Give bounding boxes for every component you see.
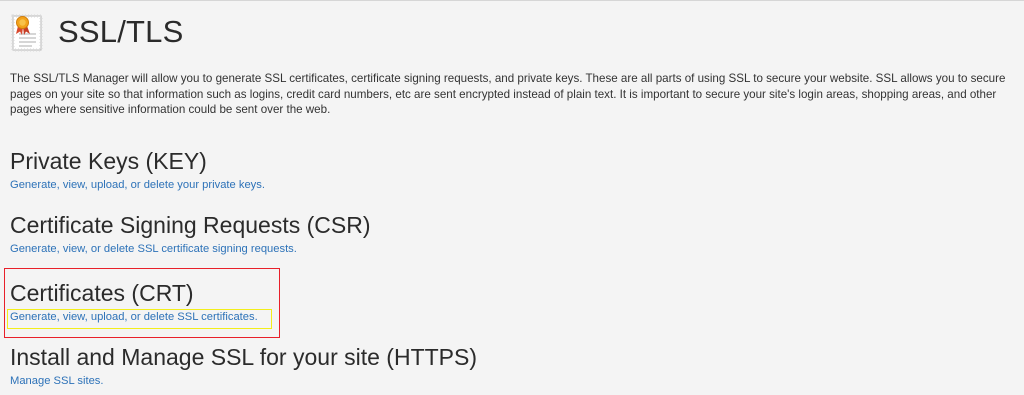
certificate-icon [11, 14, 43, 52]
section-heading-csr: Certificate Signing Requests (CSR) [10, 212, 371, 238]
page-header: SSL/TLS [10, 10, 183, 54]
section-heading-https: Install and Manage SSL for your site (HT… [10, 344, 478, 370]
highlight-box-inner [7, 309, 272, 329]
csr-link[interactable]: Generate, view, or delete SSL certificat… [10, 242, 297, 256]
top-border [0, 0, 1024, 1]
private-keys-link[interactable]: Generate, view, upload, or delete your p… [10, 178, 265, 192]
section-https: Install and Manage SSL for your site (HT… [10, 343, 477, 389]
section-private-keys: Private Keys (KEY) Generate, view, uploa… [10, 147, 265, 193]
intro-text: The SSL/TLS Manager will allow you to ge… [10, 72, 1006, 116]
manage-ssl-sites-link[interactable]: Manage SSL sites. [10, 374, 104, 388]
page-title: SSL/TLS [58, 14, 184, 49]
section-csr: Certificate Signing Requests (CSR) Gener… [10, 211, 370, 257]
section-heading-private-keys: Private Keys (KEY) [10, 148, 207, 174]
